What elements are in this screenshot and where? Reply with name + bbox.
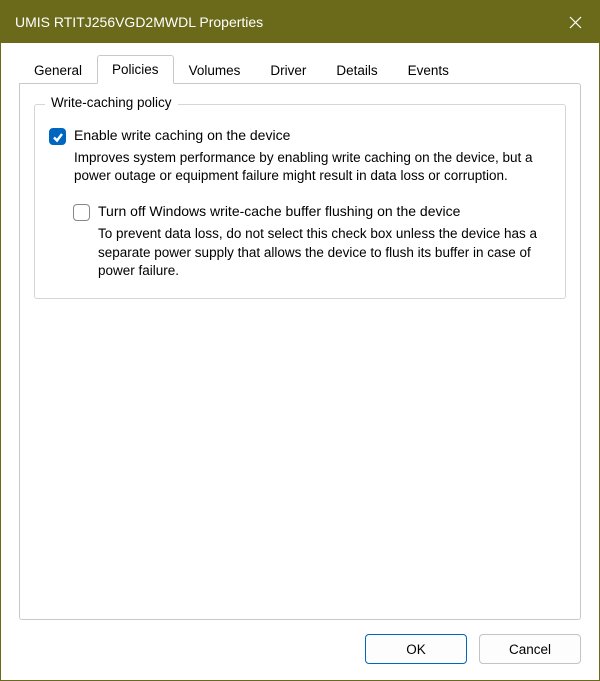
write-caching-groupbox: Write-caching policy Enable write cachin… (34, 104, 566, 299)
tab-details[interactable]: Details (321, 56, 392, 84)
tab-driver[interactable]: Driver (255, 56, 321, 84)
groupbox-legend: Write-caching policy (45, 95, 178, 110)
enable-write-caching-checkbox[interactable] (49, 128, 66, 145)
window-title: UMIS RTITJ256VGD2MWDL Properties (15, 14, 551, 30)
dialog-button-row: OK Cancel (19, 620, 581, 664)
close-icon (569, 16, 582, 29)
turnoff-flush-checkbox[interactable] (73, 204, 90, 221)
close-button[interactable] (551, 1, 599, 43)
properties-dialog: UMIS RTITJ256VGD2MWDL Properties General… (0, 0, 600, 681)
tab-panel-policies: Write-caching policy Enable write cachin… (19, 83, 581, 620)
turnoff-flush-row: Turn off Windows write-cache buffer flus… (73, 203, 551, 221)
ok-button[interactable]: OK (365, 634, 467, 664)
tab-volumes[interactable]: Volumes (174, 56, 256, 84)
check-icon (52, 131, 64, 143)
turnoff-flush-label: Turn off Windows write-cache buffer flus… (98, 203, 460, 219)
enable-write-caching-row: Enable write caching on the device (49, 127, 551, 145)
tab-policies[interactable]: Policies (97, 55, 174, 84)
tab-strip: General Policies Volumes Driver Details … (19, 53, 581, 83)
turnoff-flush-desc: To prevent data loss, do not select this… (98, 225, 543, 280)
enable-write-caching-label: Enable write caching on the device (74, 127, 290, 143)
cancel-button[interactable]: Cancel (479, 634, 581, 664)
content-area: General Policies Volumes Driver Details … (1, 43, 599, 680)
tab-general[interactable]: General (19, 56, 97, 84)
nested-option: Turn off Windows write-cache buffer flus… (73, 203, 551, 280)
enable-write-caching-desc: Improves system performance by enabling … (74, 149, 543, 185)
titlebar[interactable]: UMIS RTITJ256VGD2MWDL Properties (1, 1, 599, 43)
tab-events[interactable]: Events (393, 56, 464, 84)
